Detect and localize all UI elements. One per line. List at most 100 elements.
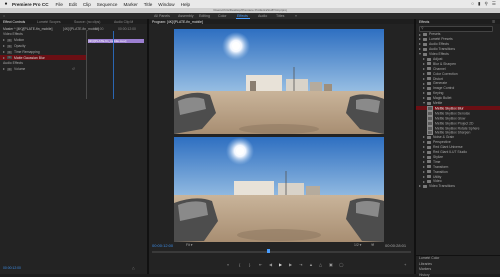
fx-icon[interactable]: fx: [7, 44, 12, 48]
effects-folder-item[interactable]: Video Effects: [419, 52, 449, 56]
go-to-out-icon[interactable]: ⇥: [299, 262, 302, 267]
effects-folder-item[interactable]: Mettle: [423, 101, 442, 105]
fx-icon[interactable]: fx: [7, 50, 12, 54]
effects-folder-item[interactable]: Red Giant ILUT Studio: [423, 150, 467, 154]
effects-folder-item[interactable]: Adjust: [423, 57, 442, 61]
effects-folder-item[interactable]: Video Transitions: [419, 184, 455, 188]
menu-list-icon[interactable]: ☰: [492, 1, 496, 7]
effects-folder-item[interactable]: Stylize: [423, 155, 443, 159]
mark-in-icon[interactable]: {: [239, 262, 240, 267]
tab-effect-controls[interactable]: Effect Controls: [3, 20, 25, 24]
opacity-row[interactable]: fx Opacity: [3, 44, 26, 48]
expand-icon[interactable]: [423, 141, 425, 144]
panel-libraries[interactable]: Libraries: [419, 262, 432, 266]
effects-folder-item[interactable]: Presets: [419, 32, 441, 36]
effects-folder-item[interactable]: Utility: [423, 175, 441, 179]
ec-current-time[interactable]: 00:00:12:00: [3, 266, 21, 270]
menu-sequence[interactable]: Sequence: [97, 2, 118, 7]
tab-effects[interactable]: Effects: [419, 20, 429, 24]
effects-folder-item[interactable]: Noise & Grain: [423, 135, 454, 139]
menu-edit[interactable]: Edit: [69, 2, 77, 7]
quality-dropdown[interactable]: 1/2 ▾: [354, 243, 361, 247]
effects-folder-item[interactable]: Transition: [423, 170, 448, 174]
expand-icon[interactable]: [423, 165, 425, 168]
panel-history[interactable]: History: [419, 273, 430, 277]
tab-lumetri-scopes[interactable]: Lumetri Scopes: [37, 20, 61, 24]
step-back-icon[interactable]: ◀: [269, 262, 272, 267]
expand-icon[interactable]: [419, 33, 421, 36]
sequence-clip-label[interactable]: [4K]/[PLATE-fin_mobile]: [63, 27, 99, 31]
apple-icon[interactable]: ●: [0, 1, 12, 7]
effects-folder-item[interactable]: Color Correction: [423, 72, 458, 76]
ec-zoom-icon[interactable]: △: [132, 266, 135, 270]
battery-icon[interactable]: ▮: [478, 1, 481, 7]
expand-icon[interactable]: [423, 58, 425, 60]
lift-icon[interactable]: ▲: [309, 262, 313, 267]
effects-folder-item[interactable]: Transform: [423, 165, 448, 169]
clip-bar[interactable]: [4K]/[PLATE-fin_mobile.mov]: [88, 39, 144, 43]
mark-out-icon[interactable]: }: [249, 262, 250, 267]
menu-title[interactable]: Title: [144, 2, 153, 7]
fx-icon[interactable]: fx: [7, 38, 12, 42]
effects-folder-item[interactable]: Keying: [423, 91, 443, 95]
menu-marker[interactable]: Marker: [123, 2, 137, 7]
program-time-ruler[interactable]: [152, 251, 411, 253]
effects-folder-item[interactable]: Image Control: [423, 86, 454, 90]
collapse-icon[interactable]: [423, 102, 425, 105]
expand-icon[interactable]: [423, 156, 425, 158]
vr-icon[interactable]: ◯: [339, 262, 343, 267]
expand-icon[interactable]: [3, 56, 5, 59]
time-remapping-row[interactable]: fx Time Remapping: [3, 50, 40, 54]
expand-icon[interactable]: [423, 136, 425, 139]
expand-icon[interactable]: [423, 82, 425, 85]
effects-folder-item[interactable]: Audio Effects: [419, 42, 449, 46]
volume-row[interactable]: fx Volume: [3, 67, 25, 71]
wrench-icon[interactable]: ⚒: [371, 243, 374, 247]
menu-window[interactable]: Window: [158, 2, 174, 7]
expand-icon[interactable]: [423, 151, 425, 154]
effects-folder-item[interactable]: Magic Bullet: [423, 96, 451, 100]
fit-dropdown[interactable]: Fit ▾: [186, 243, 192, 247]
expand-icon[interactable]: [419, 38, 421, 41]
master-clip-label[interactable]: Master * [4K]/[PLATE-fin_mobile]: [3, 27, 53, 31]
effects-folder-item[interactable]: Channel: [423, 67, 446, 71]
expand-icon[interactable]: [423, 87, 425, 90]
volume-reset-icon[interactable]: ↺: [72, 67, 75, 71]
panel-menu-icon[interactable]: ☰: [492, 20, 495, 24]
tab-audio-clip-mixer[interactable]: Audio Clip M: [114, 20, 133, 24]
effects-folder-item[interactable]: Blur & Sharpen: [423, 62, 456, 66]
expand-icon[interactable]: [423, 160, 425, 163]
expand-icon[interactable]: [423, 97, 425, 100]
expand-icon[interactable]: [3, 39, 5, 42]
collapse-icon[interactable]: [419, 53, 421, 56]
effects-folder-item[interactable]: Video: [423, 179, 442, 183]
tab-program[interactable]: Program: [4K]/[PLATE-fin_mobile]: [152, 20, 203, 24]
fx-icon[interactable]: fx: [7, 56, 12, 60]
expand-icon[interactable]: [3, 68, 5, 71]
effects-folder-item[interactable]: Red Giant Universe: [423, 145, 463, 149]
expand-icon[interactable]: [423, 170, 425, 173]
expand-icon[interactable]: [3, 45, 5, 48]
menu-file[interactable]: File: [56, 2, 63, 7]
effects-folder-item[interactable]: Time: [423, 160, 440, 164]
wifi-icon[interactable]: ○: [471, 1, 474, 7]
app-menu[interactable]: Premiere Pro CC: [12, 2, 49, 7]
effects-folder-item[interactable]: Audio Transitions: [419, 47, 455, 51]
panel-markers[interactable]: Markers: [419, 267, 431, 271]
effects-folder-item[interactable]: Lumetri Presets: [419, 37, 453, 41]
expand-icon[interactable]: [3, 51, 5, 54]
expand-icon[interactable]: [419, 48, 421, 51]
expand-icon[interactable]: [423, 67, 425, 70]
expand-icon[interactable]: [419, 185, 421, 188]
ec-playhead[interactable]: [113, 31, 114, 99]
expand-icon[interactable]: [419, 43, 421, 46]
export-frame-icon[interactable]: ▣: [329, 262, 333, 267]
search-icon[interactable]: ⚲: [485, 1, 488, 7]
expand-icon[interactable]: [423, 92, 425, 95]
expand-icon[interactable]: [423, 146, 425, 149]
motion-row[interactable]: fx Motion: [3, 38, 24, 42]
program-video-top[interactable]: [174, 29, 384, 134]
effects-folder-item[interactable]: Perspective: [423, 140, 451, 144]
menu-clip[interactable]: Clip: [83, 2, 91, 7]
effects-folder-item[interactable]: Distort: [423, 77, 443, 81]
